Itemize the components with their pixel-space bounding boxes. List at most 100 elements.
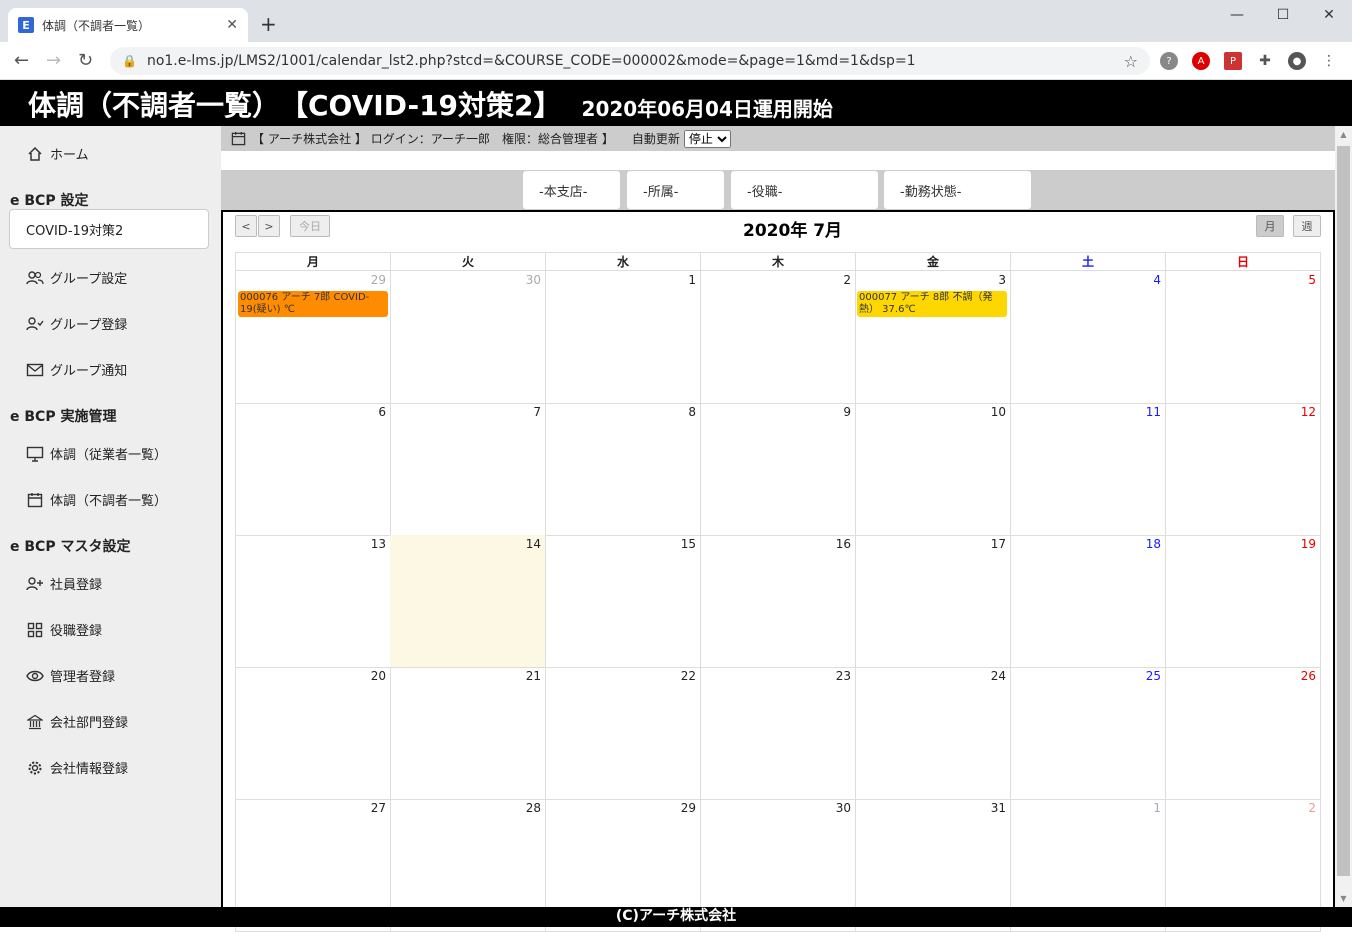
calendar-day-cell[interactable]: 2 <box>700 271 856 404</box>
calendar-day-cell[interactable]: 6 <box>235 403 391 536</box>
day-number: 1 <box>688 273 696 287</box>
users-icon <box>26 269 44 287</box>
sidebar-item-course[interactable]: COVID-19対策2 <box>9 209 209 249</box>
sidebar-item-admin-register[interactable]: 管理者登録 <box>26 666 115 685</box>
pdf-icon[interactable]: P <box>1224 52 1242 70</box>
calendar-day-cell[interactable]: 30 <box>390 271 546 404</box>
auto-refresh-select[interactable]: 停止 <box>683 129 731 148</box>
monitor-icon <box>26 445 44 463</box>
sidebar-item-home[interactable]: ホーム <box>26 144 89 163</box>
day-number: 17 <box>990 537 1006 551</box>
weekday-header: 火 <box>390 252 546 271</box>
sidebar-item-company-register[interactable]: 会社情報登録 <box>26 758 128 777</box>
calendar-day-cell[interactable]: 15 <box>545 535 701 668</box>
calendar-next-button[interactable]: > <box>258 215 280 237</box>
calendar-day-cell[interactable]: 11 <box>1010 403 1166 536</box>
calendar-day-cell[interactable]: 4 <box>1010 271 1166 404</box>
day-number: 14 <box>525 537 541 551</box>
calendar-day-cell[interactable]: 1 <box>545 271 701 404</box>
calendar-day-cell[interactable]: 17 <box>855 535 1011 668</box>
calendar-day-cell[interactable]: 14 <box>390 535 546 668</box>
calendar-day-cell[interactable]: 24 <box>855 667 1011 800</box>
calendar-day-cell[interactable]: 29 000076 アーチ 7郎 COVID-19(疑い) ℃ <box>235 271 391 404</box>
calendar-month-button[interactable]: 月 <box>1256 215 1284 237</box>
weekday-header: 日 <box>1165 252 1321 271</box>
sidebar-item-health-employees[interactable]: 体調（従業者一覧） <box>26 444 167 463</box>
new-tab-icon[interactable]: + <box>260 12 277 36</box>
filter-position[interactable]: -役職- <box>731 171 878 209</box>
day-number: 15 <box>680 537 696 551</box>
calendar-day-cell[interactable]: 8 <box>545 403 701 536</box>
close-tab-icon[interactable]: ✕ <box>226 17 238 33</box>
day-number: 18 <box>1145 537 1161 551</box>
calendar-day-cell[interactable]: 25 <box>1010 667 1166 800</box>
calendar-event[interactable]: 000076 アーチ 7郎 COVID-19(疑い) ℃ <box>238 291 388 317</box>
calendar-day-cell[interactable]: 20 <box>235 667 391 800</box>
calendar-today-button[interactable]: 今日 <box>290 215 330 237</box>
lock-icon: 🔒 <box>122 54 137 68</box>
page-scrollbar[interactable]: ▲ ▼ <box>1335 126 1352 907</box>
day-number: 27 <box>370 801 386 815</box>
day-number: 10 <box>990 405 1006 419</box>
calendar-day-cell[interactable]: 5 <box>1165 271 1321 404</box>
sidebar-item-group-settings[interactable]: グループ設定 <box>26 268 127 287</box>
calendar-week-button[interactable]: 週 <box>1293 215 1321 237</box>
calendar-day-cell[interactable]: 16 <box>700 535 856 668</box>
calendar-day-cell[interactable]: 18 <box>1010 535 1166 668</box>
bank-icon <box>26 713 44 731</box>
gear-icon <box>26 759 44 777</box>
calendar-day-cell[interactable]: 23 <box>700 667 856 800</box>
filter-dept[interactable]: -所属- <box>627 171 724 209</box>
address-bar[interactable]: 🔒 no1.e-lms.jp/LMS2/1001/calendar_lst2.p… <box>110 47 1150 75</box>
weekday-header: 水 <box>545 252 701 271</box>
day-number: 23 <box>835 669 851 683</box>
calendar-day-cell[interactable]: 19 <box>1165 535 1321 668</box>
menu-kebab-icon[interactable]: ⋮ <box>1320 52 1338 70</box>
sidebar-item-health-unwell[interactable]: 体調（不調者一覧） <box>26 490 167 509</box>
day-number: 28 <box>525 801 541 815</box>
footer: (C)アーチ株式会社 <box>0 907 1352 927</box>
filter-status[interactable]: -勤務状態- <box>884 171 1031 209</box>
calendar-day-cell[interactable]: 3 000077 アーチ 8郎 不調（発熱） 37.6℃ <box>855 271 1011 404</box>
forward-icon[interactable]: → <box>46 50 61 71</box>
close-window-icon[interactable]: ✕ <box>1306 0 1352 30</box>
sidebar-item-group-register[interactable]: グループ登録 <box>26 314 127 333</box>
calendar-prev-button[interactable]: < <box>235 215 257 237</box>
login-info: 【 アーチ株式会社 】 ログイン：アーチ一郎 権限：総合管理者 】 <box>252 132 614 146</box>
maximize-icon[interactable]: ☐ <box>1260 0 1306 30</box>
calendar-day-cell[interactable]: 7 <box>390 403 546 536</box>
calendar-day-cell[interactable]: 13 <box>235 535 391 668</box>
scroll-down-icon[interactable]: ▼ <box>1335 894 1352 903</box>
calendar-event[interactable]: 000077 アーチ 8郎 不調（発熱） 37.6℃ <box>857 291 1007 317</box>
calendar-day-cell[interactable]: 12 <box>1165 403 1321 536</box>
sidebar-item-group-notify[interactable]: グループ通知 <box>26 360 127 379</box>
filter-branch[interactable]: -本支店- <box>523 171 620 209</box>
scroll-up-icon[interactable]: ▲ <box>1335 130 1352 139</box>
day-number: 2 <box>843 273 851 287</box>
bookmark-star-icon[interactable]: ☆ <box>1124 52 1138 71</box>
sidebar-item-dept-register[interactable]: 会社部門登録 <box>26 712 128 731</box>
day-number: 11 <box>1145 405 1161 419</box>
sidebar-item-employee-register[interactable]: 社員登録 <box>26 574 102 593</box>
home-icon <box>26 145 44 163</box>
profile-icon[interactable]: ● <box>1288 52 1306 70</box>
day-number: 7 <box>533 405 541 419</box>
calendar-day-cell[interactable]: 26 <box>1165 667 1321 800</box>
day-number: 4 <box>1153 273 1161 287</box>
puzzle-icon[interactable]: ✚ <box>1256 52 1274 70</box>
reload-icon[interactable]: ↻ <box>78 50 93 71</box>
calendar-day-cell[interactable]: 21 <box>390 667 546 800</box>
browser-tab[interactable]: E 体調（不調者一覧） ✕ <box>8 8 248 42</box>
user-plus-icon <box>26 575 44 593</box>
scroll-thumb[interactable] <box>1337 146 1350 876</box>
calendar-day-cell[interactable]: 9 <box>700 403 856 536</box>
extension-icon[interactable]: ? <box>1160 52 1178 70</box>
calendar-day-cell[interactable]: 22 <box>545 667 701 800</box>
browser-tabbar: E 体調（不調者一覧） ✕ + — ☐ ✕ <box>0 0 1352 42</box>
back-icon[interactable]: ← <box>14 50 29 71</box>
calendar-day-cell[interactable]: 10 <box>855 403 1011 536</box>
window-controls: — ☐ ✕ <box>1214 0 1352 30</box>
sidebar-item-position-register[interactable]: 役職登録 <box>26 620 102 639</box>
minimize-icon[interactable]: — <box>1214 0 1260 30</box>
adblock-icon[interactable]: A <box>1192 52 1210 70</box>
